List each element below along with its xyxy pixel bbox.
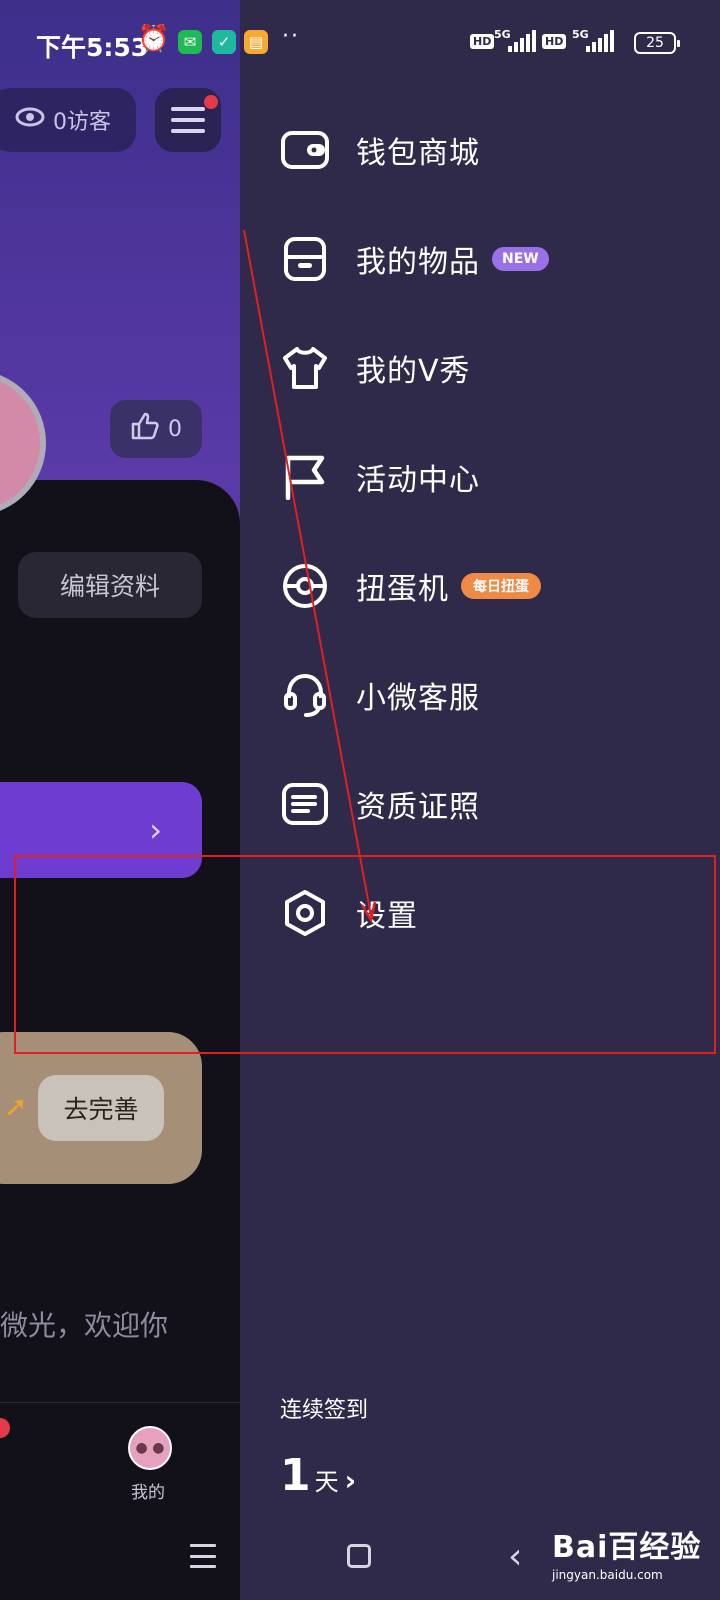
- system-menu-button[interactable]: [190, 1544, 216, 1568]
- checkin-title: 连续签到: [280, 1398, 369, 1423]
- tshirt-icon: [280, 343, 330, 393]
- profile-complete-card: ➚ 去完善: [0, 1032, 202, 1184]
- menu-item-activity-center[interactable]: 活动中心: [280, 442, 480, 512]
- menu-item-my-items[interactable]: 我的物品 NEW: [280, 224, 549, 294]
- menu-item-customer-service[interactable]: 小微客服: [280, 660, 480, 730]
- headset-icon: [280, 670, 330, 720]
- menu-item-v-show[interactable]: 我的V秀: [280, 333, 471, 403]
- menu-item-certificates[interactable]: 资质证照: [280, 769, 480, 839]
- arrow-icon: ➚: [4, 1090, 28, 1123]
- more-notifications-icon: ··: [282, 24, 300, 49]
- checkin-days-count: 1: [280, 1450, 311, 1501]
- menu-label: 我的物品: [356, 245, 480, 280]
- promo-banner[interactable]: ›: [0, 782, 202, 878]
- notification-dot: [204, 95, 218, 109]
- hamburger-icon: [171, 107, 205, 133]
- visitors-label: 0访客: [53, 110, 111, 135]
- menu-label: 小微客服: [356, 681, 480, 716]
- chevron-right-icon: ›: [149, 811, 162, 849]
- baidu-watermark: Bai百经验 jingyan.baidu.com: [552, 1522, 701, 1582]
- menu-label: 钱包商城: [356, 136, 480, 171]
- certificate-icon: [280, 779, 330, 829]
- battery-icon: 25: [634, 32, 680, 54]
- status-bar: 下午5:53 ⏰ ✉ ✓ ▤ ·· HD 5G HD 5G 25: [0, 0, 720, 84]
- checkin-days-unit: 天: [314, 1468, 339, 1496]
- settings-icon: [280, 888, 330, 938]
- menu-label: 设置: [356, 899, 418, 934]
- gacha-icon: [280, 561, 330, 611]
- flag-icon: [280, 452, 330, 502]
- checkin-days-link[interactable]: 1 天 ›: [280, 1450, 356, 1501]
- new-badge: NEW: [492, 247, 549, 271]
- me-tab-label[interactable]: 我的: [131, 1478, 165, 1503]
- signal-icon-2: [586, 30, 614, 52]
- box-icon: [280, 234, 330, 284]
- back-button[interactable]: ‹: [508, 1536, 522, 1577]
- menu-item-settings[interactable]: 设置: [280, 878, 418, 948]
- menu-label: 我的V秀: [356, 354, 471, 389]
- like-button[interactable]: 0: [110, 400, 202, 458]
- complete-profile-button[interactable]: 去完善: [38, 1075, 164, 1141]
- menu-label: 资质证照: [356, 790, 480, 825]
- status-time: 下午5:53: [36, 33, 149, 62]
- wechat-icon: ✉: [178, 30, 202, 54]
- daily-gacha-badge: 每日扭蛋: [461, 573, 541, 599]
- hd-label-1: HD: [470, 34, 495, 49]
- divider: [0, 1402, 240, 1403]
- edit-profile-button[interactable]: 编辑资料: [18, 552, 202, 618]
- shield-icon: ✓: [212, 30, 236, 54]
- signal-icon-1: [508, 30, 536, 52]
- hd-label-2: HD: [542, 34, 567, 49]
- eye-icon: [15, 107, 45, 133]
- menu-label: 活动中心: [356, 463, 480, 498]
- menu-item-gacha[interactable]: 扭蛋机 每日扭蛋: [280, 551, 541, 621]
- watermark-logo: Bai百经验: [552, 1530, 702, 1565]
- chevron-right-icon: ›: [344, 1464, 357, 1497]
- like-count: 0: [168, 416, 182, 442]
- visitors-button[interactable]: 0访客: [0, 88, 136, 152]
- wallet-icon: [280, 125, 330, 175]
- watermark-url: jingyan.baidu.com: [552, 1568, 663, 1582]
- alarm-icon: ⏰: [137, 24, 171, 54]
- background-profile-page: 0访客 0 编辑资料 › ➚ 去完善 微光，欢迎你 ● ● 我的: [0, 0, 240, 1600]
- welcome-text: 微光，欢迎你: [0, 1309, 169, 1342]
- menu-label: 扭蛋机: [356, 572, 449, 607]
- menu-button[interactable]: [155, 88, 221, 152]
- menu-item-wallet[interactable]: 钱包商城: [280, 115, 480, 185]
- thumbs-up-icon: [130, 411, 160, 447]
- me-tab-avatar[interactable]: ● ●: [128, 1426, 172, 1470]
- home-button[interactable]: [347, 1544, 371, 1568]
- note-icon: ▤: [244, 30, 268, 54]
